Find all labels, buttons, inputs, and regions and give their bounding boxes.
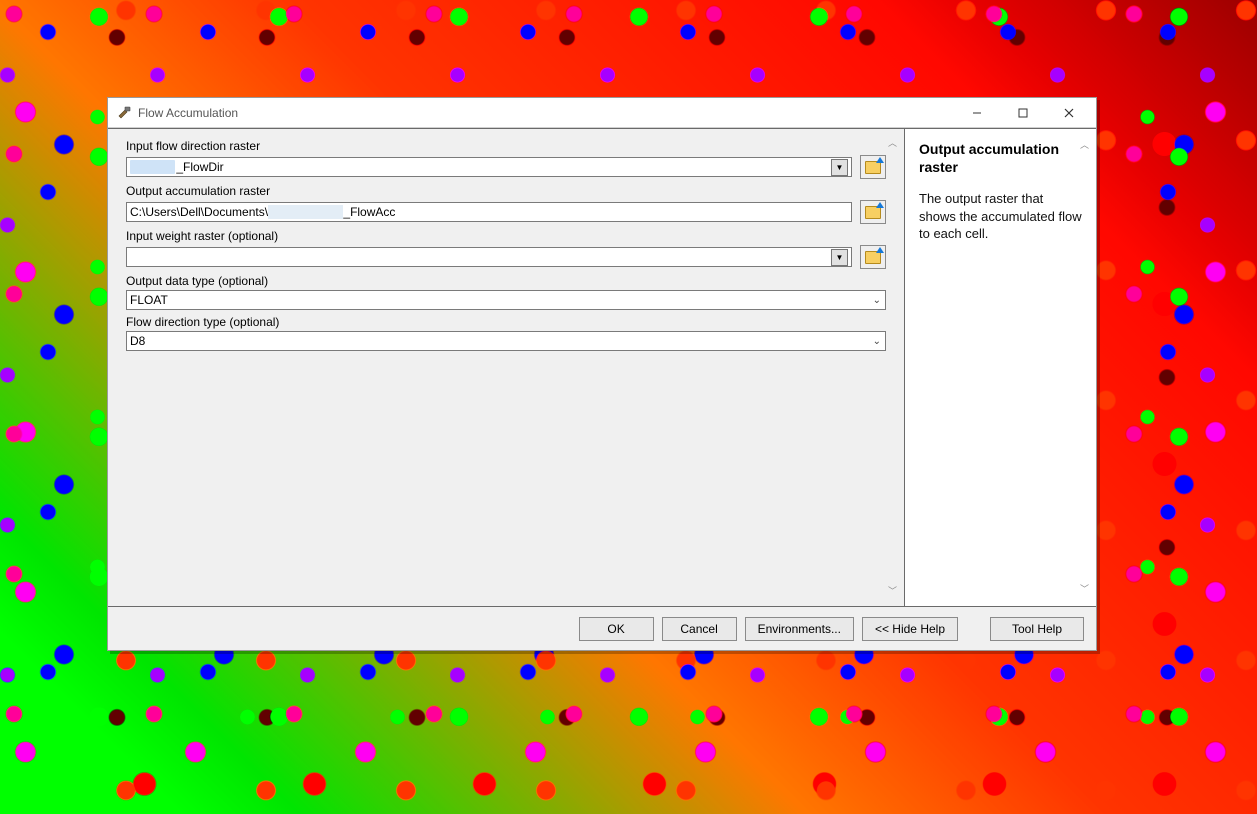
chevron-down-icon: ⌄ bbox=[873, 336, 881, 347]
output-type-label: Output data type (optional) bbox=[126, 274, 886, 288]
parameters-panel: ︿ ﹀ Input flow direction raster ._FlowDi… bbox=[108, 129, 904, 606]
input-weight-combo[interactable]: ▼ bbox=[126, 247, 852, 267]
scroll-down-icon: ﹀ bbox=[1080, 585, 1092, 594]
close-button[interactable] bbox=[1046, 99, 1092, 127]
main-scroll-indicator: ︿ ﹀ bbox=[888, 139, 900, 596]
environments-button[interactable]: Environments... bbox=[745, 617, 854, 641]
output-type-select[interactable]: FLOAT ⌄ bbox=[126, 290, 886, 310]
flowdir-type-value: D8 bbox=[130, 334, 145, 348]
input-flowdir-label: Input flow direction raster bbox=[126, 139, 886, 153]
folder-icon bbox=[865, 161, 881, 174]
help-title: Output accumulation raster bbox=[919, 141, 1082, 176]
titlebar[interactable]: Flow Accumulation bbox=[108, 98, 1096, 128]
help-panel: ︿ ﹀ Output accumulation raster The outpu… bbox=[904, 129, 1096, 606]
maximize-button[interactable] bbox=[1000, 99, 1046, 127]
help-body: The output raster that shows the accumul… bbox=[919, 190, 1082, 243]
dropdown-icon[interactable]: ▼ bbox=[831, 159, 848, 176]
input-weight-label: Input weight raster (optional) bbox=[126, 229, 886, 243]
help-scroll-indicator: ︿ ﹀ bbox=[1080, 141, 1092, 594]
input-flowdir-combo[interactable]: ._FlowDir ▼ bbox=[126, 157, 852, 177]
redacted-segment: . bbox=[130, 160, 175, 174]
minimize-button[interactable] bbox=[954, 99, 1000, 127]
folder-icon bbox=[865, 251, 881, 264]
dropdown-icon[interactable]: ▼ bbox=[831, 249, 848, 266]
cancel-button[interactable]: Cancel bbox=[662, 617, 737, 641]
hammer-icon bbox=[116, 105, 132, 121]
redacted-segment: . bbox=[268, 205, 343, 219]
output-type-value: FLOAT bbox=[130, 293, 168, 307]
tool-help-button[interactable]: Tool Help bbox=[990, 617, 1084, 641]
output-accum-label: Output accumulation raster bbox=[126, 184, 886, 198]
input-flowdir-value: _FlowDir bbox=[176, 160, 223, 174]
flowdir-type-select[interactable]: D8 ⌄ bbox=[126, 331, 886, 351]
browse-input-weight-button[interactable] bbox=[860, 245, 886, 269]
browse-output-accum-button[interactable] bbox=[860, 200, 886, 224]
ok-button[interactable]: OK bbox=[579, 617, 654, 641]
flowdir-type-label: Flow direction type (optional) bbox=[126, 315, 886, 329]
flow-accumulation-dialog: Flow Accumulation ︿ ﹀ Input flow directi… bbox=[107, 97, 1097, 651]
window-title: Flow Accumulation bbox=[138, 106, 954, 120]
hide-help-button[interactable]: << Hide Help bbox=[862, 617, 958, 641]
scroll-up-icon: ︿ bbox=[1080, 141, 1092, 150]
scroll-up-icon: ︿ bbox=[888, 139, 900, 148]
output-accum-input[interactable]: C:\Users\Dell\Documents\._FlowAcc bbox=[126, 202, 852, 222]
output-accum-suffix: _FlowAcc bbox=[343, 205, 395, 219]
output-accum-prefix: C:\Users\Dell\Documents\ bbox=[130, 205, 268, 219]
folder-icon bbox=[865, 206, 881, 219]
browse-input-flowdir-button[interactable] bbox=[860, 155, 886, 179]
scroll-down-icon: ﹀ bbox=[888, 587, 900, 596]
dialog-footer: OK Cancel Environments... << Hide Help T… bbox=[108, 606, 1096, 650]
chevron-down-icon: ⌄ bbox=[873, 295, 881, 306]
